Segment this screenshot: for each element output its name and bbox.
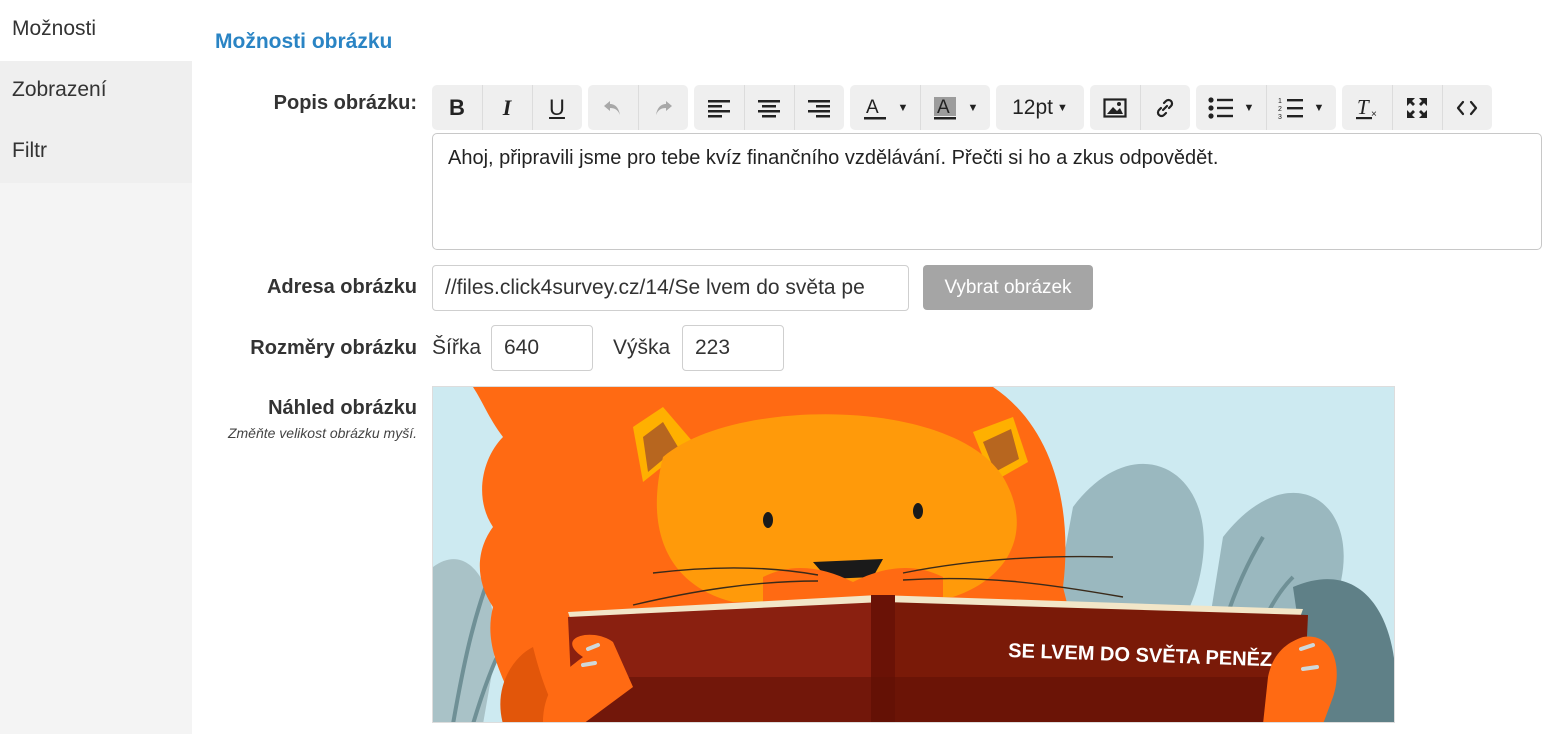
fontsize-group: 12pt ▼ [996, 85, 1084, 130]
width-label: Šířka [432, 336, 482, 359]
preview-label: Náhled obrázku [268, 397, 417, 419]
align-center-icon [758, 99, 780, 117]
insert-group [1090, 85, 1190, 130]
select-image-button[interactable]: Vybrat obrázek [923, 265, 1093, 310]
svg-text:A: A [937, 97, 950, 118]
align-group [694, 85, 844, 130]
text-color-icon: A [863, 97, 886, 119]
italic-button[interactable]: I [482, 85, 532, 130]
svg-text:2: 2 [1278, 106, 1282, 113]
sidebar-item-label: Zobrazení [12, 78, 107, 101]
format-group: B I U [432, 85, 582, 130]
text-color-button[interactable]: A ▼ [850, 85, 920, 130]
lion-illustration: SE LVEM DO SVĚTA PENĚZ [433, 387, 1394, 722]
misc-group: T × [1342, 85, 1492, 130]
undo-button[interactable] [588, 85, 638, 130]
sidebar-item-filter[interactable]: Filtr [0, 122, 192, 183]
undo-icon [604, 100, 620, 115]
underline-icon: U [549, 94, 565, 120]
redo-icon [656, 100, 672, 115]
image-preview[interactable]: SE LVEM DO SVĚTA PENĚZ [432, 386, 1395, 723]
chevron-down-icon: ▼ [967, 101, 979, 114]
sidebar-item-display[interactable]: Zobrazení [0, 61, 192, 122]
source-code-button[interactable] [1442, 85, 1492, 130]
chevron-down-icon: ▼ [1056, 101, 1068, 114]
history-group [588, 85, 688, 130]
svg-text:T: T [1357, 95, 1370, 119]
editor-toolbar: B I U A ▼ A ▼ 12pt ▼ ▼ 1 2 3 ▼ T × [432, 85, 1492, 130]
image-url-input[interactable] [432, 265, 909, 311]
code-icon [1456, 100, 1478, 115]
svg-text:1: 1 [1278, 98, 1282, 105]
height-label: Výška [613, 336, 671, 359]
align-left-icon [708, 99, 730, 117]
redo-button[interactable] [638, 85, 688, 130]
color-group: A ▼ A ▼ [850, 85, 990, 130]
svg-text:3: 3 [1278, 114, 1282, 120]
image-icon [1103, 97, 1127, 118]
font-size-dropdown[interactable]: 12pt ▼ [996, 85, 1084, 130]
width-input[interactable] [491, 325, 593, 371]
dimensions-label: Rozměry obrázku [250, 337, 417, 359]
clear-format-button[interactable]: T × [1342, 85, 1392, 130]
numbered-list-button[interactable]: 123 ▼ [1266, 85, 1336, 130]
sidebar-item-label: Možnosti [12, 17, 97, 40]
chevron-down-icon: ▼ [1313, 101, 1325, 114]
bold-icon: B [449, 94, 465, 120]
chevron-down-icon: ▼ [1243, 101, 1255, 114]
font-size-value: 12pt [1012, 95, 1053, 119]
bullet-list-button[interactable]: ▼ [1196, 85, 1266, 130]
svg-text:A: A [866, 97, 879, 118]
section-title: Možnosti obrázku [215, 30, 393, 53]
italic-icon: I [502, 94, 512, 120]
sidebar-item-options[interactable]: Možnosti [0, 0, 192, 61]
description-label: Popis obrázku: [273, 92, 417, 114]
link-icon [1156, 98, 1174, 117]
bullet-list-icon [1207, 96, 1233, 119]
background-color-icon: A [933, 96, 956, 119]
sidebar-item-label: Filtr [12, 139, 47, 162]
insert-image-button[interactable] [1090, 85, 1140, 130]
align-left-button[interactable] [694, 85, 744, 130]
background-color-button[interactable]: A ▼ [920, 85, 990, 130]
align-right-button[interactable] [794, 85, 844, 130]
list-group: ▼ 123 ▼ [1196, 85, 1336, 130]
underline-button[interactable]: U [532, 85, 582, 130]
numbered-list-icon: 123 [1278, 98, 1303, 120]
clear-format-icon: T × [1356, 95, 1377, 120]
svg-text:×: × [1371, 109, 1377, 120]
description-editor[interactable]: Ahoj, připravili jsme pro tebe kvíz fina… [432, 133, 1542, 250]
align-center-button[interactable] [744, 85, 794, 130]
height-input[interactable] [682, 325, 784, 371]
chevron-down-icon: ▼ [897, 101, 909, 114]
insert-link-button[interactable] [1140, 85, 1190, 130]
image-url-label: Adresa obrázku [266, 276, 417, 298]
fullscreen-button[interactable] [1392, 85, 1442, 130]
align-right-icon [808, 99, 830, 117]
fullscreen-icon [1407, 97, 1427, 118]
preview-hint: Změňte velikost obrázku myší. [227, 425, 417, 441]
bold-button[interactable]: B [432, 85, 482, 130]
sidebar: Možnosti Zobrazení Filtr [0, 0, 192, 734]
